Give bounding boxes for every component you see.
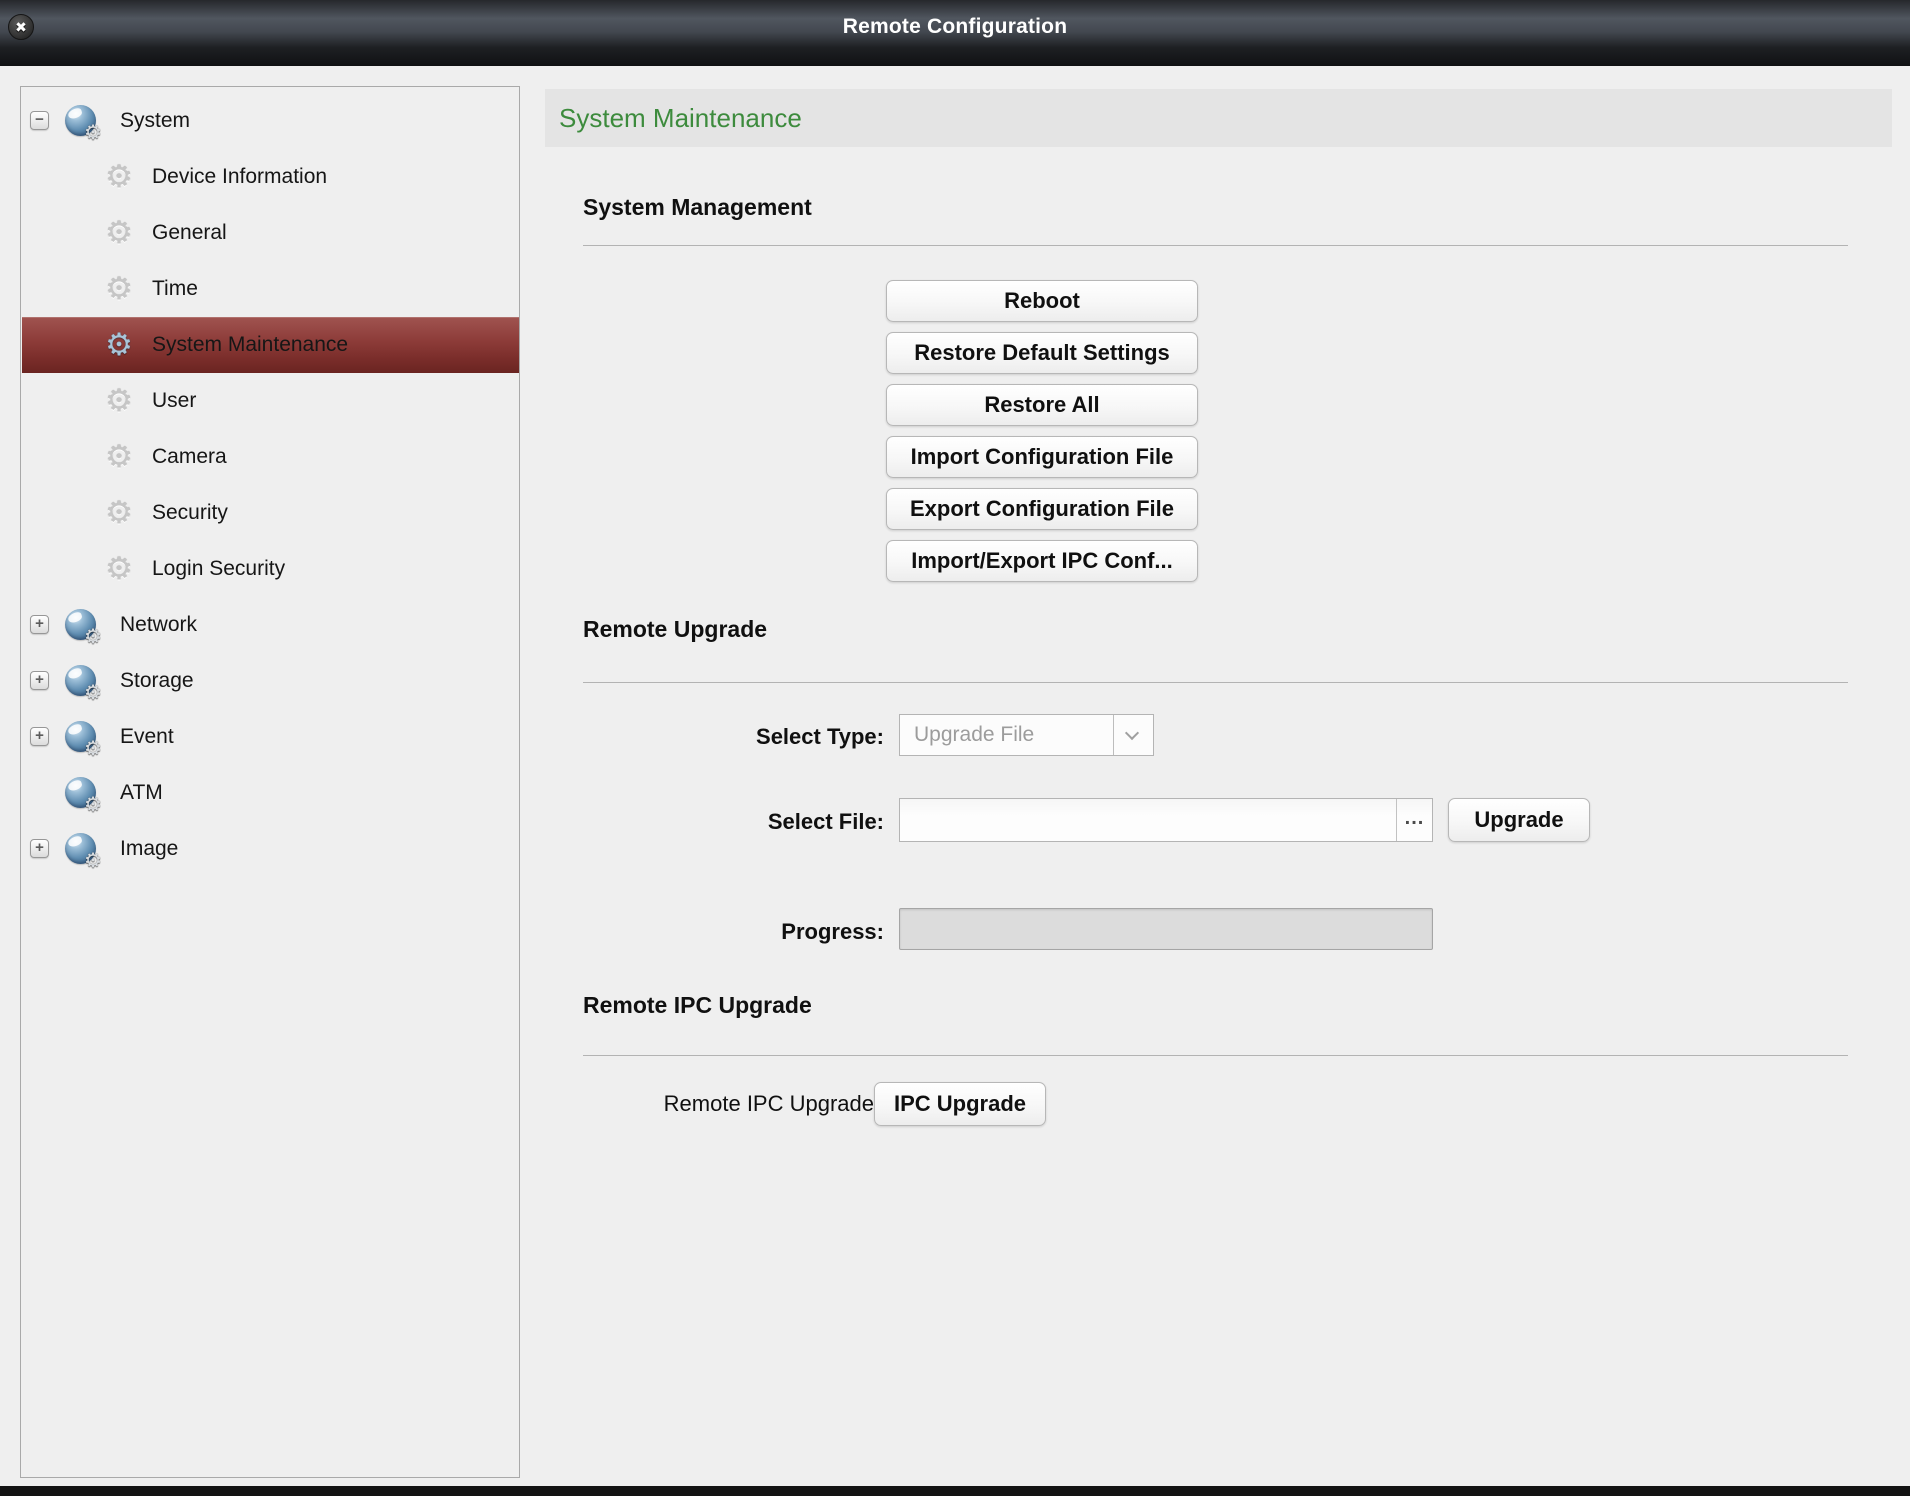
section-divider: [583, 245, 1848, 246]
sidebar-item-user[interactable]: ⚙ User: [22, 373, 519, 429]
reboot-button[interactable]: Reboot: [886, 280, 1198, 322]
gear-icon: ⚙: [103, 272, 135, 306]
ipc-upgrade-button[interactable]: IPC Upgrade: [874, 1082, 1046, 1126]
collapse-expander-icon[interactable]: −: [30, 111, 49, 130]
page-title: System Maintenance: [559, 89, 802, 147]
mini-gear-icon: ⚙: [84, 683, 102, 703]
progress-label: Progress:: [584, 919, 884, 945]
sidebar-item-label: System: [120, 93, 190, 149]
sidebar-item-event[interactable]: + ⚙ Event: [22, 709, 519, 765]
restore-all-button[interactable]: Restore All: [886, 384, 1198, 426]
import-export-ipc-conf-button[interactable]: Import/Export IPC Conf...: [886, 540, 1198, 582]
sidebar-item-system[interactable]: −⚙System: [22, 93, 519, 149]
expand-expander-icon[interactable]: +: [30, 727, 49, 746]
sidebar-item-device-information[interactable]: ⚙ Device Information: [22, 149, 519, 205]
sidebar-item-image[interactable]: + ⚙ Image: [22, 821, 519, 877]
title-bar: ✖ Remote Configuration: [0, 0, 1910, 66]
mini-gear-icon: ⚙: [84, 851, 102, 871]
section-divider: [583, 1055, 1848, 1056]
select-type-value: Upgrade File: [914, 715, 1034, 755]
gear-icon: ⚙: [103, 216, 135, 250]
sidebar-item-camera[interactable]: ⚙ Camera: [22, 429, 519, 485]
remote-ipc-upgrade-label: Remote IPC Upgrade: [500, 1082, 874, 1126]
expand-expander-icon[interactable]: +: [30, 839, 49, 858]
mini-gear-icon: ⚙: [84, 795, 102, 815]
mini-gear-icon: ⚙: [84, 739, 102, 759]
sidebar-item-label: Network: [120, 597, 197, 653]
section-title-remote-upgrade: Remote Upgrade: [583, 616, 767, 643]
section-divider: [583, 682, 1848, 683]
gear-icon: ⚙: [103, 384, 135, 418]
mini-gear-icon: ⚙: [84, 627, 102, 647]
mini-gear-icon: ⚙: [84, 123, 102, 143]
sidebar-item-label: System Maintenance: [152, 317, 348, 373]
select-file-label: Select File:: [584, 809, 884, 835]
sidebar-item-atm[interactable]: ⚙ ATM: [22, 765, 519, 821]
sidebar-item-label: Login Security: [152, 541, 285, 597]
globe-gear-icon: ⚙: [65, 105, 96, 136]
sidebar-item-system-maintenance[interactable]: ⚙ System Maintenance: [22, 317, 519, 373]
sidebar-item-storage[interactable]: + ⚙ Storage: [22, 653, 519, 709]
sidebar-item-label: Event: [120, 709, 174, 765]
section-title-system-management: System Management: [583, 194, 812, 221]
gear-icon: ⚙: [103, 496, 135, 530]
gear-icon: ⚙: [103, 552, 135, 586]
select-file-input[interactable]: ...: [899, 798, 1433, 842]
gear-icon: ⚙: [103, 328, 135, 362]
browse-button[interactable]: ...: [1396, 799, 1432, 841]
gear-icon: ⚙: [103, 160, 135, 194]
upgrade-button[interactable]: Upgrade: [1448, 798, 1590, 842]
export-configuration-file-button[interactable]: Export Configuration File: [886, 488, 1198, 530]
remote-configuration-window: ✖ Remote Configuration −⚙System⚙Device I…: [0, 0, 1910, 1496]
globe-gear-icon: ⚙: [65, 833, 96, 864]
sidebar-item-time[interactable]: ⚙ Time: [22, 261, 519, 317]
globe-gear-icon: ⚙: [65, 777, 96, 808]
sidebar-item-label: Time: [152, 261, 198, 317]
progress-bar: [899, 908, 1433, 950]
sidebar-tree: −⚙System⚙Device Information⚙General⚙Time…: [20, 86, 520, 1478]
sidebar-item-label: Storage: [120, 653, 194, 709]
sidebar-item-login-security[interactable]: ⚙ Login Security: [22, 541, 519, 597]
sidebar-item-label: ATM: [120, 765, 163, 821]
globe-gear-icon: ⚙: [65, 609, 96, 640]
import-configuration-file-button[interactable]: Import Configuration File: [886, 436, 1198, 478]
sidebar-item-label: Device Information: [152, 149, 327, 205]
select-type-dropdown[interactable]: Upgrade File: [899, 714, 1154, 756]
window-bottom-edge: [0, 1486, 1910, 1496]
sidebar-item-network[interactable]: + ⚙ Network: [22, 597, 519, 653]
globe-gear-icon: ⚙: [65, 665, 96, 696]
sidebar-item-label: Camera: [152, 429, 227, 485]
select-type-label: Select Type:: [584, 724, 884, 750]
restore-default-settings-button[interactable]: Restore Default Settings: [886, 332, 1198, 374]
chevron-down-icon: [1125, 726, 1139, 740]
page-header-band: System Maintenance: [545, 89, 1892, 147]
expand-expander-icon[interactable]: +: [30, 615, 49, 634]
window-title: Remote Configuration: [0, 12, 1910, 42]
sidebar-item-label: User: [152, 373, 196, 429]
sidebar-item-security[interactable]: ⚙ Security: [22, 485, 519, 541]
gear-icon: ⚙: [103, 440, 135, 474]
expand-expander-icon[interactable]: +: [30, 671, 49, 690]
sidebar-item-general[interactable]: ⚙ General: [22, 205, 519, 261]
globe-gear-icon: ⚙: [65, 721, 96, 752]
sidebar-item-label: Image: [120, 821, 178, 877]
sidebar-item-label: Security: [152, 485, 228, 541]
section-title-remote-ipc-upgrade: Remote IPC Upgrade: [583, 992, 812, 1019]
dropdown-arrow-cell: [1113, 715, 1153, 755]
sidebar-item-label: General: [152, 205, 227, 261]
